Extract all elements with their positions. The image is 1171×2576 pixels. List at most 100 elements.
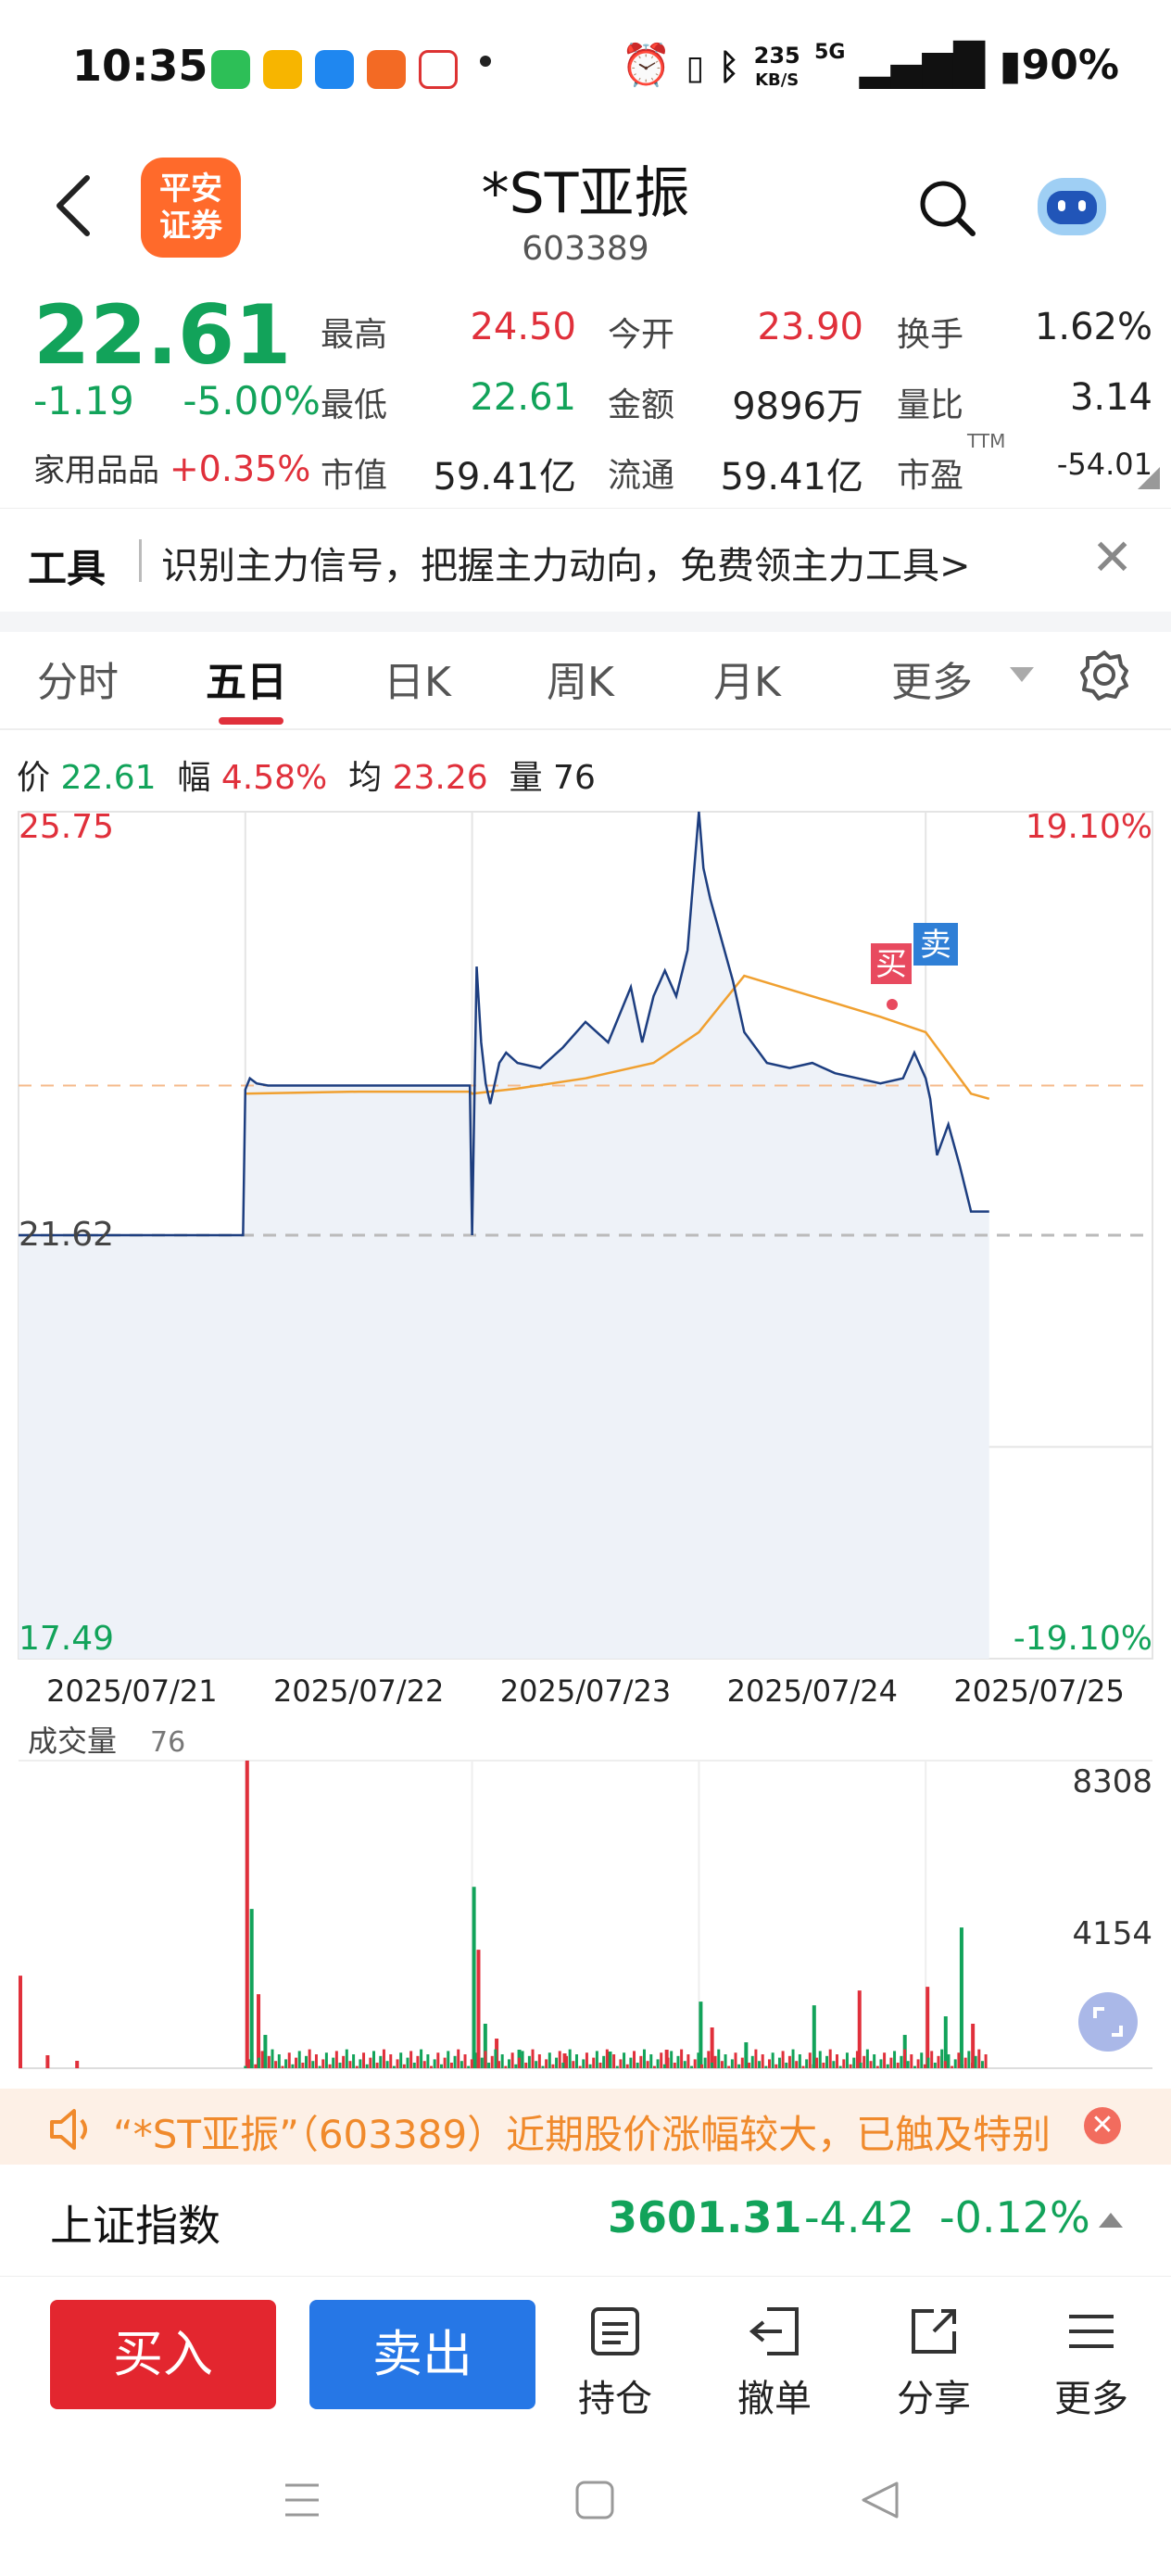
volume-bars: [19, 1760, 1152, 2069]
chart-info-line: 价 22.61 幅 4.58% 均 23.26 量 76: [17, 751, 596, 799]
five-day-chart[interactable]: 25.75 19.10% 21.62 17.49 -19.10% 2025/07…: [0, 797, 1171, 2094]
top-pct-label: 19.10%: [1026, 808, 1152, 846]
prev-close-label: 21.62: [19, 1216, 114, 1254]
info-vol: 76: [553, 759, 596, 797]
quote-value: 24.50: [470, 306, 576, 348]
bluetooth-icon: ᛒ: [718, 46, 740, 87]
cancel-order-icon: [749, 2307, 799, 2355]
search-icon[interactable]: [917, 178, 976, 237]
sector-change[interactable]: 家用品品 +0.35%: [33, 445, 310, 490]
battery-icon: ▮: [999, 42, 1022, 89]
more-button[interactable]: 更多: [1036, 2304, 1147, 2422]
battery-level: 90%: [1021, 42, 1119, 89]
close-icon[interactable]: ✕: [1091, 528, 1133, 587]
date-label: 2025/07/23: [500, 1673, 671, 1709]
signal-type: 5G: [814, 41, 846, 64]
quote-value: 22.61: [470, 376, 576, 419]
date-label: 2025/07/22: [273, 1673, 444, 1709]
wechat-icon: [211, 50, 250, 89]
promo-divider: [139, 539, 142, 582]
index-percent: -0.12%: [939, 2192, 1090, 2242]
price-change: -1.19 -5.00%: [33, 378, 321, 423]
nav-back-icon[interactable]: [860, 2480, 900, 2520]
volume-max-label: 8308: [1072, 1763, 1152, 1800]
date-label: 2025/07/21: [46, 1673, 217, 1709]
index-value: 3601.31: [608, 2192, 802, 2242]
tab-intraday[interactable]: 分时: [37, 649, 119, 708]
sell-button[interactable]: 卖出: [309, 2300, 535, 2409]
quote-value: 3.14: [1069, 376, 1152, 419]
app-icon: [419, 50, 458, 89]
positions-label: 持仓: [578, 2378, 652, 2420]
net-speed: 235: [753, 42, 800, 69]
quote-value: 1.62%: [1034, 306, 1152, 348]
last-price: 22.61: [33, 287, 292, 383]
share-button[interactable]: 分享: [878, 2304, 989, 2422]
quote-label: 量比: [897, 386, 964, 424]
quote-value: 59.41亿: [433, 456, 576, 499]
cancel-order-button[interactable]: 撤单: [719, 2304, 830, 2422]
tab-monthly-k[interactable]: 月K: [713, 649, 781, 708]
pe-ttm-label: TTM: [967, 430, 1006, 452]
chevron-up-icon[interactable]: [1099, 2211, 1123, 2228]
quote-value: 59.41亿: [720, 456, 863, 499]
gear-icon[interactable]: [1078, 649, 1130, 701]
stock-code: 603389: [522, 230, 649, 268]
speaker-icon: [50, 2109, 87, 2150]
risk-warning-text[interactable]: “*ST亚振”（603389）近期股价涨幅较大，已触及特别: [113, 2103, 1051, 2160]
change-percent: -5.00%: [183, 378, 321, 423]
buy-button[interactable]: 买入: [50, 2300, 276, 2409]
positions-button[interactable]: 持仓: [560, 2304, 671, 2422]
robot-assistant-icon[interactable]: [1030, 169, 1114, 243]
share-label: 分享: [897, 2378, 971, 2420]
signal-icon: ▂▄▆█: [859, 42, 986, 89]
menu-icon: [1069, 2315, 1114, 2348]
vibrate-icon: ▯: [686, 49, 705, 87]
change-value: -1.19: [33, 378, 134, 423]
quote-label: 最高: [321, 316, 388, 354]
alarm-icon: ⏰: [621, 42, 673, 89]
sell-marker-label: 卖: [920, 927, 951, 964]
top-price-label: 25.75: [19, 808, 114, 846]
index-change: -4.42: [804, 2192, 915, 2242]
positions-icon: [591, 2307, 639, 2355]
index-name: 上证指数: [50, 2201, 220, 2251]
status-time: 10:35: [72, 41, 208, 91]
promo-text[interactable]: 识别主力信号，把握主力动向，免费领主力工具>: [161, 536, 971, 589]
nav-menu-icon[interactable]: [283, 2480, 321, 2520]
info-price: 22.61: [60, 759, 157, 797]
app-icon: [263, 50, 302, 89]
info-price-label: 价: [17, 759, 51, 797]
buy-point: [887, 999, 898, 1010]
bottom-pct-label: -19.10%: [1014, 1620, 1152, 1658]
active-tab-indicator: [219, 717, 283, 725]
info-avg-label: 均: [348, 759, 383, 797]
share-icon: [912, 2309, 956, 2354]
info-vol-label: 量: [509, 759, 543, 797]
more-label: 更多: [1054, 2378, 1128, 2420]
bottom-price-label: 17.49: [19, 1620, 114, 1658]
cancel-order-label: 撤单: [737, 2378, 812, 2420]
corner-expand-icon[interactable]: [1138, 467, 1160, 489]
tab-weekly-k[interactable]: 周K: [547, 649, 614, 708]
net-unit: KB/S: [755, 69, 800, 90]
quote-value: 9896万: [732, 385, 863, 428]
status-right: ⏰ ▯ ᛒ 235 KB/S 5G ▂▄▆█ ▮90%: [621, 41, 1119, 92]
nav-home-icon[interactable]: [574, 2480, 615, 2520]
close-icon[interactable]: ✕: [1084, 2107, 1121, 2144]
tab-more[interactable]: 更多: [891, 649, 973, 708]
tab-daily-k[interactable]: 日K: [384, 649, 451, 708]
date-label: 2025/07/25: [953, 1673, 1124, 1709]
date-label: 2025/07/24: [727, 1673, 898, 1709]
quote-value: 23.90: [757, 306, 863, 348]
fullscreen-button[interactable]: [1078, 1992, 1138, 2052]
app-icon: [367, 50, 406, 89]
volume-title: 成交量: [28, 1724, 117, 1759]
quote-label: 换手: [897, 316, 964, 354]
promo-tag: 工具: [28, 546, 107, 591]
quote-label: 最低: [321, 386, 388, 424]
more-notifications-icon: [480, 56, 491, 67]
chevron-down-icon[interactable]: [1010, 667, 1034, 684]
tab-five-day[interactable]: 五日: [206, 649, 287, 708]
info-amp: 4.58%: [220, 759, 328, 797]
